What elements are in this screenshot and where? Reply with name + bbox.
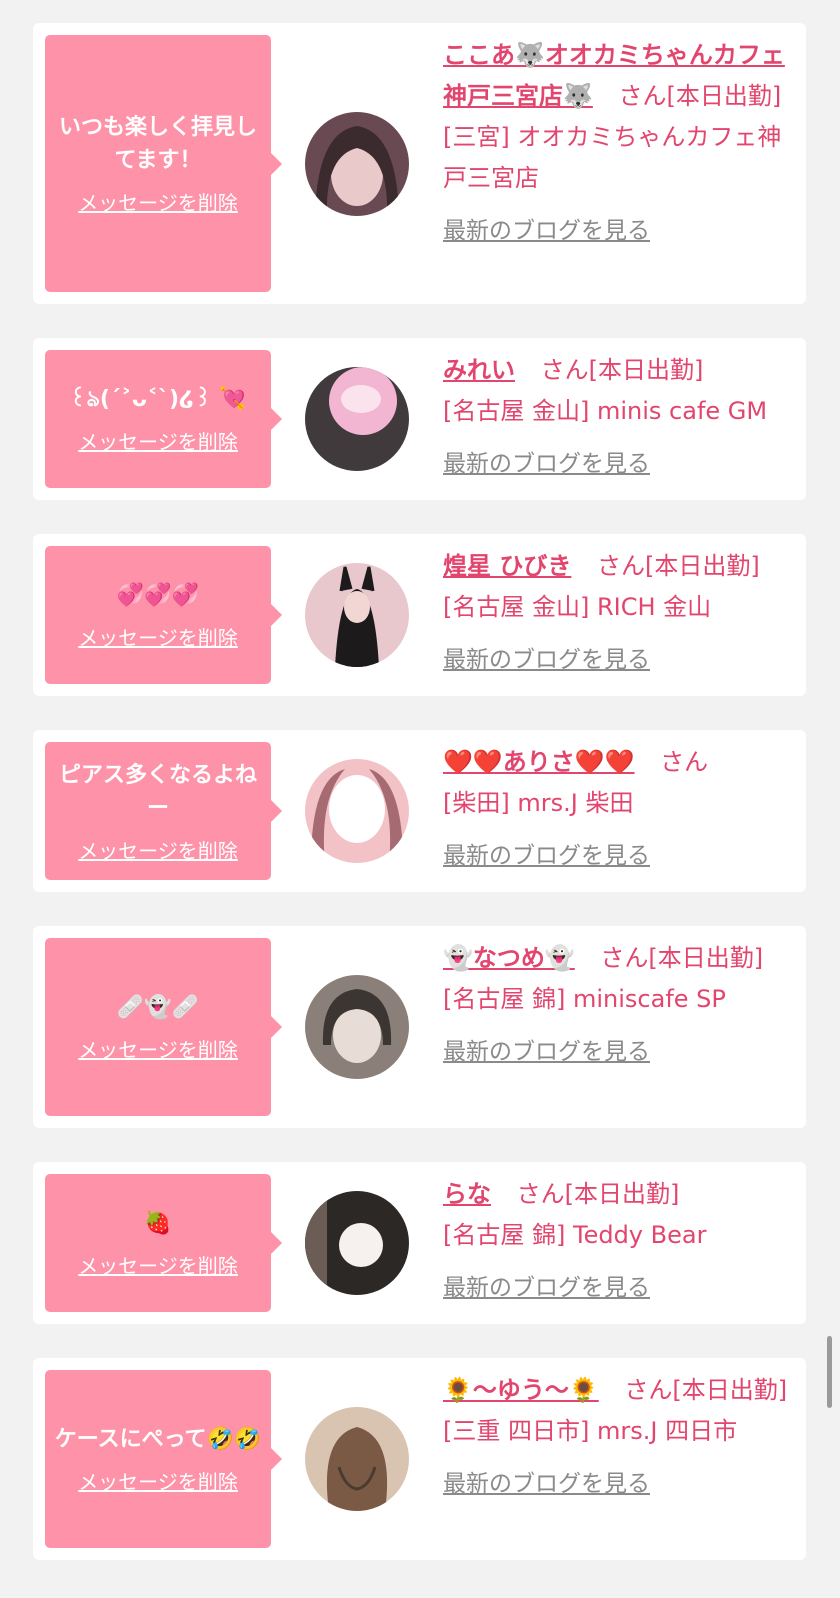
latest-blog-link[interactable]: 最新のブログを見る xyxy=(443,444,650,485)
avatar-image xyxy=(305,111,409,216)
message-text: 🍓 xyxy=(144,1211,172,1236)
cast-info: 👻なつめ👻 さん[本日出勤] [名古屋 錦] miniscafe SP 最新のブ… xyxy=(443,938,790,1116)
avatar-image xyxy=(305,1407,409,1511)
avatar-container xyxy=(271,938,443,1116)
cast-info: ここあ🐺オオカミちゃんカフェ神戸三宮店🐺 さん[本日出勤] [三宮] オオカミち… xyxy=(443,35,790,292)
latest-blog-link[interactable]: 最新のブログを見る xyxy=(443,640,650,681)
list-item: ピアス多くなるよねー メッセージを削除 ❤️❤️ありさ❤️❤️ さん [柴田] … xyxy=(33,730,806,892)
avatar-image xyxy=(305,563,409,667)
cast-status: さん[本日出勤] xyxy=(600,944,764,972)
cast-status: さん[本日出勤] xyxy=(618,82,782,110)
list-item: 🍓 メッセージを削除 らな さん[本日出勤] [名古屋 錦] Teddy Bea… xyxy=(33,1162,806,1324)
latest-blog-link[interactable]: 最新のブログを見る xyxy=(443,1032,650,1073)
message-bubble: 🍓 メッセージを削除 xyxy=(45,1174,282,1312)
avatar-image xyxy=(305,975,409,1079)
message-bubble: ピアス多くなるよねー メッセージを削除 xyxy=(45,742,282,880)
message-bubble: 💞💞💞 メッセージを削除 xyxy=(45,546,282,684)
delete-message-link[interactable]: メッセージを削除 xyxy=(78,1466,238,1495)
cast-status: さん[本日出勤] xyxy=(597,552,760,580)
avatar[interactable] xyxy=(305,1191,409,1295)
cast-name-link[interactable]: 🌻〜ゆう〜🌻 xyxy=(443,1376,599,1404)
message-bubble: ꒰ঌ(ˊ˃ᴗ˂ˋ)໒꒱ 💘 メッセージを削除 xyxy=(45,350,282,488)
avatar[interactable] xyxy=(305,563,409,667)
message-bubble: いつも楽しく拝見してます！ メッセージを削除 xyxy=(45,35,282,292)
delete-message-link[interactable]: メッセージを削除 xyxy=(78,187,238,216)
cast-info: 煌星 ひびき さん[本日出勤] [名古屋 金山] RICH 金山 最新のブログを… xyxy=(443,546,790,684)
shop-name: [三宮] オオカミちゃんカフェ神戸三宮店 xyxy=(443,123,782,192)
list-item: いつも楽しく拝見してます！ メッセージを削除 ここあ🐺オオカミちゃんカフェ神戸三… xyxy=(33,23,806,304)
avatar[interactable] xyxy=(305,1407,409,1511)
avatar[interactable] xyxy=(305,111,409,216)
cast-status: さん[本日出勤] xyxy=(516,1180,680,1208)
cast-info: ❤️❤️ありさ❤️❤️ さん [柴田] mrs.J 柴田 最新のブログを見る xyxy=(443,742,790,880)
avatar-image xyxy=(305,367,409,471)
delete-message-link[interactable]: メッセージを削除 xyxy=(78,1034,238,1063)
cast-name-link[interactable]: 煌星 ひびき xyxy=(443,552,571,580)
list-item: 🩹👻🩹 メッセージを削除 👻なつめ👻 さん[本日出勤] [名古屋 錦] mini… xyxy=(33,926,806,1128)
shop-name: [柴田] mrs.J 柴田 xyxy=(443,789,634,817)
latest-blog-link[interactable]: 最新のブログを見る xyxy=(443,211,650,252)
shop-name: [名古屋 錦] miniscafe SP xyxy=(443,985,726,1013)
latest-blog-link[interactable]: 最新のブログを見る xyxy=(443,1464,650,1505)
shop-name: [名古屋 錦] Teddy Bear xyxy=(443,1221,707,1249)
list-item: ケースにぺって🤣🤣 メッセージを削除 🌻〜ゆう〜🌻 さん[本日出勤] [三重 四… xyxy=(33,1358,806,1560)
avatar-image xyxy=(305,759,409,863)
avatar-image xyxy=(305,1191,409,1295)
shop-name: [名古屋 金山] minis cafe GM xyxy=(443,397,768,425)
list-item: ꒰ঌ(ˊ˃ᴗ˂ˋ)໒꒱ 💘 メッセージを削除 みれい さん[本日出勤] [名古屋… xyxy=(33,338,806,500)
cast-name-link[interactable]: らな xyxy=(443,1180,491,1208)
message-text: 💞💞💞 xyxy=(116,583,200,608)
avatar[interactable] xyxy=(305,759,409,863)
avatar-container xyxy=(271,742,443,880)
message-text: いつも楽しく拝見してます！ xyxy=(58,115,257,173)
cast-info: 🌻〜ゆう〜🌻 さん[本日出勤] [三重 四日市] mrs.J 四日市 最新のブロ… xyxy=(443,1370,790,1548)
message-bubble: ケースにぺって🤣🤣 メッセージを削除 xyxy=(45,1370,282,1548)
avatar-container xyxy=(271,1370,443,1548)
cast-name-link[interactable]: 👻なつめ👻 xyxy=(443,944,575,972)
cast-status: さん[本日出勤] xyxy=(540,356,704,384)
delete-message-link[interactable]: メッセージを削除 xyxy=(78,622,238,651)
cast-name-link[interactable]: ❤️❤️ありさ❤️❤️ xyxy=(443,748,635,776)
shop-name: [名古屋 金山] RICH 金山 xyxy=(443,593,712,621)
message-text: ケースにぺって🤣🤣 xyxy=(54,1427,262,1452)
cast-status: さん xyxy=(660,748,709,776)
delete-message-link[interactable]: メッセージを削除 xyxy=(78,1250,238,1279)
cast-status: さん[本日出勤] xyxy=(624,1376,788,1404)
message-text: ꒰ঌ(ˊ˃ᴗ˂ˋ)໒꒱ 💘 xyxy=(69,387,247,412)
scrollbar[interactable] xyxy=(827,1336,832,1408)
cast-info: みれい さん[本日出勤] [名古屋 金山] minis cafe GM 最新のブ… xyxy=(443,350,790,488)
message-text: 🩹👻🩹 xyxy=(116,995,200,1020)
delete-message-link[interactable]: メッセージを削除 xyxy=(78,835,238,864)
avatar-container xyxy=(271,1174,443,1312)
avatar[interactable] xyxy=(305,975,409,1079)
avatar-container xyxy=(271,35,443,292)
avatar-container xyxy=(271,350,443,488)
favorites-list: いつも楽しく拝見してます！ メッセージを削除 ここあ🐺オオカミちゃんカフェ神戸三… xyxy=(33,23,806,1594)
avatar[interactable] xyxy=(305,367,409,471)
latest-blog-link[interactable]: 最新のブログを見る xyxy=(443,836,650,877)
avatar-container xyxy=(271,546,443,684)
delete-message-link[interactable]: メッセージを削除 xyxy=(78,426,238,455)
message-bubble: 🩹👻🩹 メッセージを削除 xyxy=(45,938,282,1116)
shop-name: [三重 四日市] mrs.J 四日市 xyxy=(443,1417,738,1445)
message-text: ピアス多くなるよねー xyxy=(58,762,257,821)
latest-blog-link[interactable]: 最新のブログを見る xyxy=(443,1268,650,1309)
cast-name-link[interactable]: みれい xyxy=(443,356,515,384)
list-item: 💞💞💞 メッセージを削除 煌星 ひびき さん[本日出勤] [名古屋 金山] RI… xyxy=(33,534,806,696)
cast-info: らな さん[本日出勤] [名古屋 錦] Teddy Bear 最新のブログを見る xyxy=(443,1174,790,1312)
